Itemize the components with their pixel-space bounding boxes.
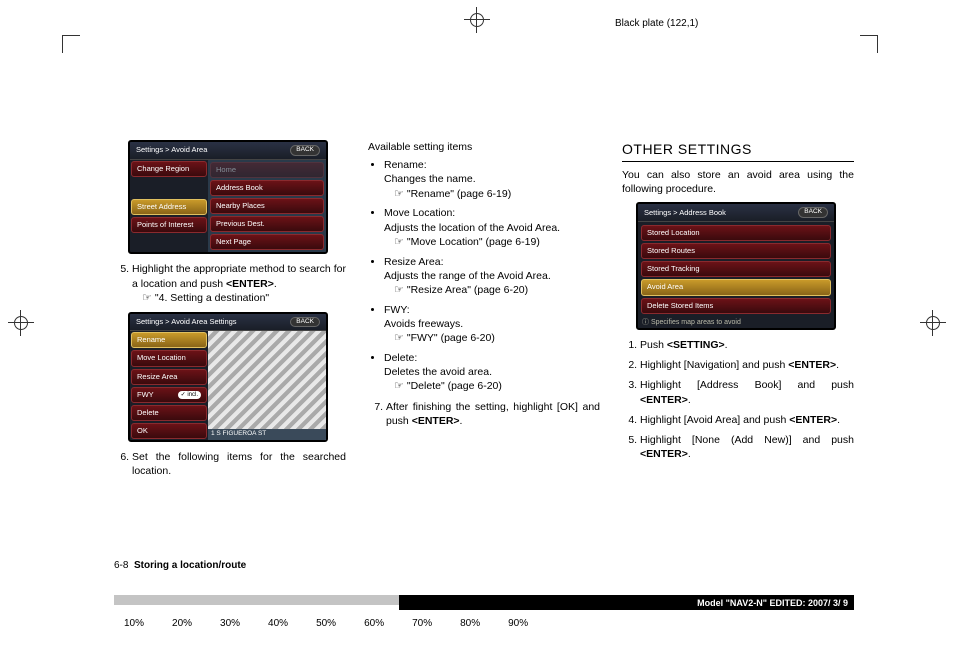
ss1-left-item: Change Region [131,161,207,177]
pointer-icon: ☞ [394,331,404,346]
pointer-icon: ☞ [142,291,152,306]
ss1-breadcrumb: Settings > Avoid Area [136,145,207,155]
column-1: Settings > Avoid Area BACK Change Region… [114,140,346,484]
pointer-icon: ☞ [394,187,404,202]
ss3-menu-item: Stored Location [641,225,831,241]
other-settings-intro: You can also store an avoid area using t… [622,168,854,196]
ss1-left-item: Points of Interest [131,217,207,233]
pointer-icon: ☞ [394,235,404,250]
ss2-menu-item: Delete [131,405,207,421]
ss2-back-button: BACK [290,317,320,328]
ss3-menu-item: Stored Tracking [641,261,831,277]
ss2-menu-item: Move Location [131,350,207,366]
available-items-heading: Available setting items [368,140,600,154]
ss3-back-button: BACK [798,207,828,218]
screenshot-address-book: Settings > Address Book BACK Stored Loca… [636,202,836,330]
ss1-right-item: Nearby Places [210,198,324,214]
crop-mark-tr [860,35,878,53]
screenshot-avoid-area-settings: Settings > Avoid Area Settings BACK Rena… [128,312,328,443]
page-footer-left: 6-8 Storing a location/route [114,560,246,571]
ss3-menu-item: Stored Routes [641,243,831,259]
other-settings-heading: OTHER SETTINGS [622,140,854,162]
ss3-menu-item: Avoid Area [641,279,831,295]
black-plate-label: Black plate (122,1) [615,18,698,29]
ss2-breadcrumb: Settings > Avoid Area Settings [136,317,237,327]
ss2-menu-item: Rename [131,332,207,348]
other-settings-steps: Push <SETTING>. Highlight [Navigation] a… [622,338,854,461]
step-6: Set the following items for the searched… [132,450,346,478]
registration-mark-right [920,310,946,336]
registration-mark-top [464,7,490,33]
available-items-list: Rename:Changes the name.☞"Rename" (page … [368,158,600,394]
model-edited-bar: Model "NAV2-N" EDITED: 2007/ 3/ 9 [399,595,854,610]
column-2: Available setting items Rename:Changes t… [368,140,600,484]
ss2-map-footer: 1 S FIGUEROA ST [208,429,326,440]
ss2-menu-item: Resize Area [131,369,207,385]
ss3-breadcrumb: Settings > Address Book [644,208,726,218]
ss1-right-item: Address Book [210,180,324,196]
ss3-info-note: ⓘ Specifies map areas to avoid [638,317,834,328]
pointer-icon: ☞ [394,283,404,298]
ss2-menu-item: OK [131,423,207,439]
ss2-menu-item: FWY✓ incl. [131,387,207,403]
ss1-back-button: BACK [290,145,320,156]
step-5: Highlight the appropriate method to sear… [132,262,346,305]
footer-bar: Model "NAV2-N" EDITED: 2007/ 3/ 9 [114,595,854,611]
ss3-menu-item: Delete Stored Items [641,298,831,314]
stipple-swatch [114,595,399,605]
ss1-right-item: Home [210,162,324,178]
step-7: After finishing the setting, highlight [… [386,400,600,428]
page-content: Settings > Avoid Area BACK Change Region… [114,140,854,484]
crop-mark-tl [62,35,80,53]
percent-scale: 10% 20% 30% 40% 50% 60% 70% 80% 90% [114,618,854,629]
ss1-left-item: Street Address [131,199,207,215]
screenshot-avoid-area: Settings > Avoid Area BACK Change Region… [128,140,328,254]
ss1-right-item: Next Page [210,234,324,250]
ss1-right-item: Previous Dest. [210,216,324,232]
column-3: OTHER SETTINGS You can also store an avo… [622,140,854,484]
registration-mark-left [8,310,34,336]
pointer-icon: ☞ [394,379,404,394]
